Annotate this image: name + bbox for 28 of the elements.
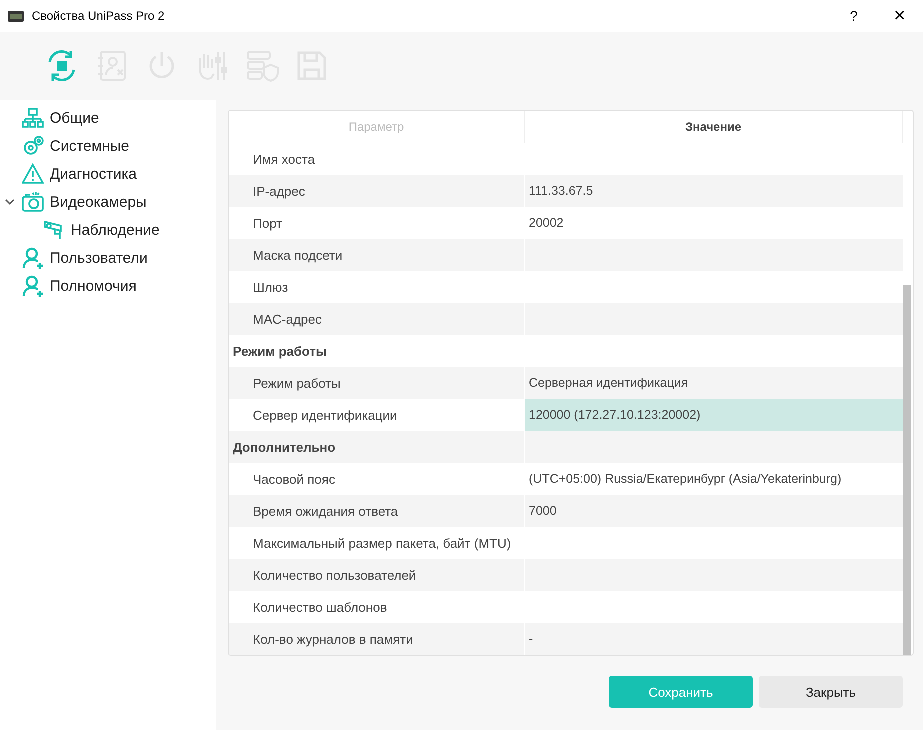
sidebar-item[interactable]: Наблюдение (71, 222, 160, 238)
camera-icon (22, 191, 44, 213)
help-button[interactable]: ? (831, 0, 877, 32)
warning-icon (22, 163, 44, 185)
sidebar-item[interactable]: Полномочия (50, 278, 137, 294)
gears-icon (22, 135, 44, 157)
app-icon (8, 10, 24, 22)
parameter-value[interactable]: - (525, 623, 903, 655)
parameter-value[interactable]: (UTC+05:00) Russia/Екатеринбург (Asia/Yekaterinburg) (525, 463, 903, 495)
user-add-icon (22, 247, 44, 269)
user-add-icon (22, 275, 44, 297)
parameter-value[interactable]: Серверная идентификация (525, 367, 903, 399)
sidebar-item[interactable]: Пользователи (50, 250, 148, 266)
sidebar-item[interactable]: Видеокамеры (50, 194, 147, 210)
cctv-icon (43, 219, 65, 241)
parameter-value[interactable]: 120000 (172.27.10.123:20002) (525, 399, 903, 431)
sidebar-item[interactable]: Системные (50, 138, 130, 154)
network-icon (22, 107, 44, 129)
sidebar-item[interactable]: Диагностика (50, 166, 137, 182)
scrollbar-thumb[interactable] (903, 285, 911, 655)
window-title: Свойства UniPass Pro 2 (32, 9, 166, 23)
parameter-value[interactable]: 20002 (525, 207, 903, 239)
parameter-value[interactable]: 111.33.67.5 (525, 175, 903, 207)
close-button[interactable]: × (877, 0, 923, 32)
sidebar-item[interactable]: Общие (50, 110, 100, 126)
close-dialog-button[interactable]: Закрыть (759, 676, 903, 708)
parameter-name: Кол-во журналов в памяти (229, 623, 525, 655)
parameter-value[interactable]: 7000 (525, 495, 903, 527)
